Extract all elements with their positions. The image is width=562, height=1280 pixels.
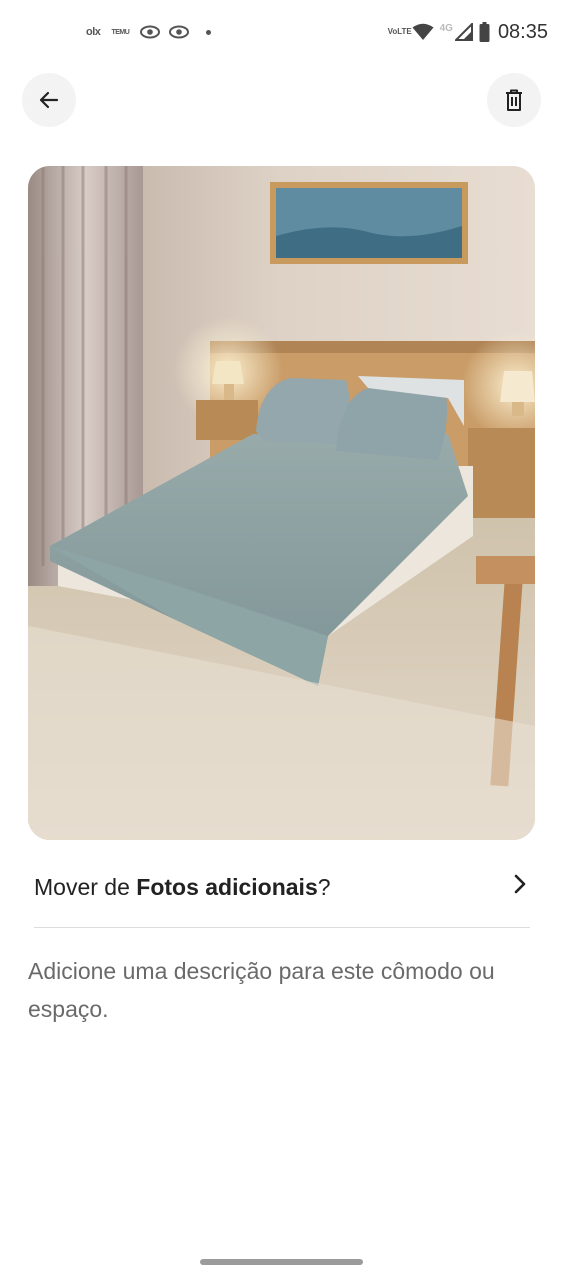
signal-icon [454,23,473,41]
move-prefix: Mover de [34,874,137,900]
clock: 08:35 [497,20,548,43]
move-suffix: ? [317,874,331,900]
eye-app-icon [169,25,190,39]
arrow-left-icon [39,91,59,109]
network-type: 4G [439,22,453,34]
battery-icon [479,22,490,42]
chevron-right-icon [514,874,526,894]
room-photo[interactable] [28,166,535,840]
temu-icon: TEMU [111,28,130,36]
move-category-row[interactable]: Mover de Fotos adicionais? [34,862,530,926]
description-field[interactable]: Adicione uma descrição para este cômodo … [28,952,528,1028]
system-icons: VoLTE 4G 08:35 [388,20,548,44]
bedroom-photo [28,166,535,840]
move-category-name: Fotos adicionais [136,874,318,900]
trash-icon [506,89,522,111]
eye-app-icon [140,25,161,39]
notification-icons: olx TEMU [86,22,212,42]
olx-icon: olx [86,26,101,38]
delete-button[interactable] [487,73,541,127]
home-indicator[interactable] [200,1259,363,1265]
status-bar: olx TEMU VoLTE 4G 08:35 [0,0,562,64]
back-button[interactable] [22,73,76,127]
volte-icon: VoLTE [387,27,412,36]
wifi-icon [412,23,434,40]
move-category-text: Mover de Fotos adicionais? [34,874,331,901]
divider [34,927,530,928]
more-dot-icon [206,29,212,35]
